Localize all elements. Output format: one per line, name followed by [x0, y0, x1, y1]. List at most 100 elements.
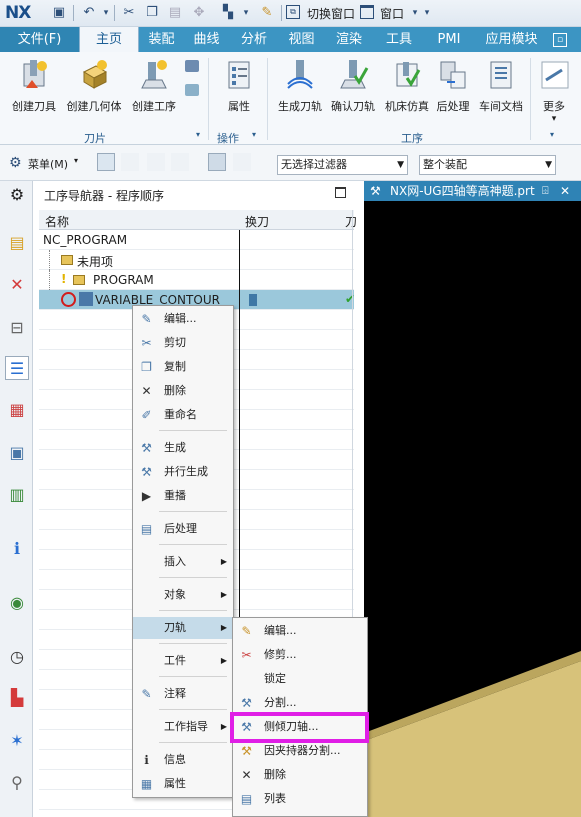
tab-curve[interactable]: 曲线	[184, 27, 229, 52]
menu-item-delete[interactable]: ✕ 删除	[133, 380, 233, 402]
tree-row[interactable]: NC_PROGRAM	[39, 230, 354, 250]
postprocess-button[interactable]: 后处理	[428, 58, 478, 114]
assembly-navigator-icon[interactable]: ▤	[5, 231, 29, 255]
tab-pmi[interactable]: PMI	[424, 27, 474, 52]
shop-docs-label: 车间文档	[479, 100, 523, 113]
geometry-view-icon[interactable]	[171, 153, 189, 171]
paste-icon[interactable]: ▤	[166, 4, 184, 22]
cut-icon[interactable]: ✂	[120, 4, 138, 22]
menu-item-object[interactable]: 对象 ▶	[133, 584, 233, 606]
program-order-icon[interactable]	[121, 153, 139, 171]
switch-window-button[interactable]: 切换窗口	[307, 5, 355, 22]
graphics-window[interactable]	[364, 181, 581, 817]
menu-item-generate[interactable]: ⚒ 生成	[133, 437, 233, 459]
group-process-expand-icon[interactable]: ▾	[550, 130, 554, 139]
menu-item-edit[interactable]: ✎ 编辑...	[133, 308, 233, 330]
menu-item-work-instructions[interactable]: 工作指导 ▶	[133, 716, 233, 738]
create-operation-button[interactable]: 创建工序	[125, 58, 183, 114]
create-tool-button[interactable]: 创建刀具	[5, 58, 63, 114]
tree-row[interactable]: 未用项	[39, 250, 354, 270]
ribbon-mini-icon-1[interactable]	[185, 60, 199, 72]
menu-item-copy[interactable]: ❐ 复制	[133, 356, 233, 378]
method-view-icon[interactable]	[208, 153, 226, 171]
ribbon-mini-icon-2[interactable]	[185, 84, 199, 96]
submenu-item-trim[interactable]: ✂ 修剪...	[233, 643, 367, 667]
tab-assembly[interactable]: 装配	[139, 27, 184, 52]
robot-icon[interactable]: ⚲	[5, 771, 29, 795]
submenu-item-lock[interactable]: 锁定	[233, 667, 367, 691]
machine-tool-view-icon[interactable]	[147, 153, 165, 171]
clock-icon[interactable]: ◷	[5, 645, 29, 669]
column-name[interactable]: 名称	[45, 213, 69, 230]
library-icon[interactable]: ▥	[5, 483, 29, 507]
tab-view[interactable]: 视图	[279, 27, 324, 52]
menu-item-info[interactable]: ℹ 信息	[133, 749, 233, 771]
snap-icon[interactable]: ✥	[190, 4, 208, 22]
group-view-icon[interactable]	[97, 153, 115, 171]
tab-tools[interactable]: 工具	[374, 27, 424, 52]
part-file-tab[interactable]: ⚒ NX网-UG四轴等高神题.prt ⌹ ✕	[364, 181, 581, 201]
brush-icon[interactable]: ✎	[258, 4, 276, 22]
constraint-navigator-icon[interactable]: ✕	[5, 273, 29, 297]
settings-gear-icon[interactable]: ⚙	[5, 183, 29, 207]
more-button[interactable]: 更多 ▾	[531, 58, 577, 124]
ribbon: 创建刀具 创建几何体 创建工序 属性 生成刀轨 确认刀轨 机床仿真 后处理 车间…	[0, 52, 581, 145]
create-geometry-button[interactable]: 创建几何体	[63, 58, 125, 114]
submenu-item-edit[interactable]: ✎ 编辑...	[233, 619, 367, 643]
menu-item-cut[interactable]: ✂ 剪切	[133, 332, 233, 354]
ribbon-collapse-icon[interactable]: ▫	[553, 33, 567, 47]
customize-icon[interactable]: ▾	[418, 4, 436, 22]
close-icon[interactable]: ✕	[560, 181, 570, 201]
reuse-library-icon[interactable]: ▣	[5, 441, 29, 465]
operation-navigator-icon[interactable]: ☰	[5, 356, 29, 380]
group-tools-expand-icon[interactable]: ▾	[196, 130, 200, 139]
switch-window-icon: ⧉	[286, 5, 300, 19]
menu-item-rename[interactable]: ✐ 重命名	[133, 404, 233, 426]
visualization-icon[interactable]: ▙	[5, 686, 29, 710]
machine-simulation-button[interactable]: 机床仿真	[380, 58, 434, 114]
shop-docs-button[interactable]: 车间文档	[473, 58, 529, 114]
window-menu-button[interactable]: 窗口	[380, 5, 404, 22]
lock-icon[interactable]: ⌹	[542, 181, 549, 201]
selection-dropdown-icon[interactable]: ▾	[237, 4, 255, 22]
properties-button[interactable]: 属性	[210, 58, 268, 114]
tree-row[interactable]: ! PROGRAM	[39, 270, 354, 290]
machine-tool-navigator-icon[interactable]: ▦	[5, 398, 29, 422]
tab-render[interactable]: 渲染	[324, 27, 374, 52]
tab-file[interactable]: 文件(F)	[0, 27, 79, 52]
group-operations-expand-icon[interactable]: ▾	[252, 130, 256, 139]
undo-icon[interactable]: ↶	[80, 4, 98, 22]
selection-filter-dropdown[interactable]: 无选择过滤器 ▼	[277, 155, 408, 175]
tab-application[interactable]: 应用模块	[474, 27, 549, 52]
process-studio-icon[interactable]: ✶	[5, 729, 29, 753]
tab-home[interactable]: 主页	[79, 27, 139, 52]
tab-analysis[interactable]: 分析	[229, 27, 279, 52]
copy-icon[interactable]: ❐	[143, 4, 161, 22]
assembly-scope-dropdown[interactable]: 整个装配 ▼	[419, 155, 556, 175]
menu-item-parallel-generate[interactable]: ⚒ 并行生成	[133, 461, 233, 483]
verify-toolpath-button[interactable]: 确认刀轨	[326, 58, 380, 114]
web-browser-icon[interactable]: ℹ	[5, 537, 29, 561]
menu-button[interactable]: 菜单(M)	[28, 156, 68, 172]
ribbon-separator	[208, 58, 209, 140]
menu-item-toolpath[interactable]: 刀轨 ▶	[133, 617, 233, 639]
submenu-item-list[interactable]: ▤ 列表	[233, 787, 367, 811]
menu-item-replay[interactable]: ▶ 重播	[133, 485, 233, 507]
generate-toolpath-button[interactable]: 生成刀轨	[271, 58, 329, 114]
column-tool[interactable]: 刀	[345, 213, 357, 230]
part-navigator-icon[interactable]: ⊟	[5, 316, 29, 340]
menu-item-properties[interactable]: ▦ 属性	[133, 773, 233, 795]
maximize-icon[interactable]	[335, 187, 346, 198]
undo-dropdown-icon[interactable]: ▾	[97, 4, 115, 22]
history-icon[interactable]: ◉	[5, 591, 29, 615]
save-icon[interactable]: ▣	[50, 4, 68, 22]
menu-item-workpiece[interactable]: 工件 ▶	[133, 650, 233, 672]
column-tool-change[interactable]: 换刀	[245, 213, 269, 230]
menu-item-annotation[interactable]: ✎ 注释	[133, 683, 233, 705]
menu-item-postprocess[interactable]: ▤ 后处理	[133, 518, 233, 540]
menu-item-insert[interactable]: 插入 ▶	[133, 551, 233, 573]
filter-icon[interactable]	[233, 153, 251, 171]
submenu-item-delete[interactable]: ✕ 删除	[233, 763, 367, 787]
selection-icon[interactable]: ▚	[219, 4, 237, 22]
menu-dropdown-icon[interactable]: ▾	[74, 156, 78, 165]
